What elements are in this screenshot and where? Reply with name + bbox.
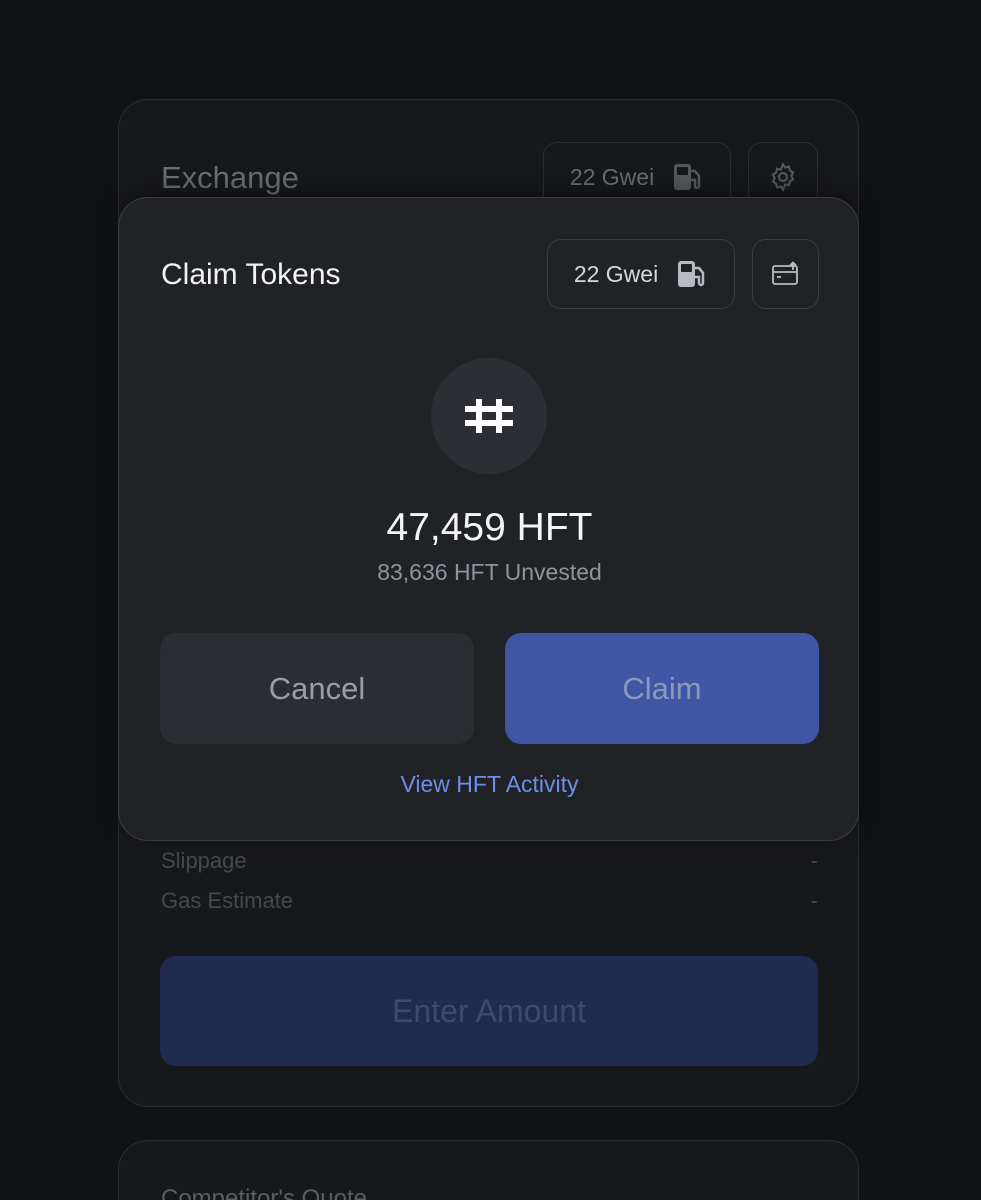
- modal-title: Claim Tokens: [161, 258, 341, 291]
- gas-pump-icon: [678, 261, 705, 287]
- wallet-button[interactable]: [752, 239, 819, 309]
- gas-pump-icon: [674, 164, 701, 190]
- unvested-amount: 83,636 HFT Unvested: [377, 559, 602, 585]
- token-logo: [431, 358, 547, 474]
- slippage-value: -: [810, 848, 818, 873]
- slippage-row: Slippage -: [161, 848, 818, 874]
- view-activity-link[interactable]: View HFT Activity: [119, 771, 860, 798]
- exchange-title: Exchange: [161, 160, 299, 195]
- claim-button[interactable]: Claim: [505, 633, 819, 744]
- cancel-button[interactable]: Cancel: [160, 633, 474, 744]
- exchange-gas-label: 22 Gwei: [569, 163, 655, 190]
- competitor-quote-card: Competitor's Quote: [118, 1140, 859, 1200]
- claim-tokens-modal: Claim Tokens 22 Gwei 47,459 HFT 83,636 H…: [118, 197, 859, 841]
- app-stage: Exchange 22 Gwei Slippage - Gas Estimate…: [0, 0, 981, 1200]
- claimable-amount: 47,459 HFT: [386, 506, 593, 549]
- gas-price-label: 22 Gwei: [573, 260, 659, 287]
- competitor-quote-title: Competitor's Quote: [161, 1185, 368, 1200]
- gas-estimate-value: -: [810, 888, 818, 913]
- hashflow-logo-icon: [465, 399, 513, 433]
- slippage-label: Slippage: [161, 848, 247, 873]
- gas-estimate-label: Gas Estimate: [161, 888, 294, 913]
- enter-amount-button[interactable]: Enter Amount: [160, 956, 818, 1066]
- gear-icon: [771, 162, 795, 192]
- gas-estimate-row: Gas Estimate -: [161, 888, 818, 914]
- gas-price-button[interactable]: 22 Gwei: [547, 239, 735, 309]
- wallet-icon: [771, 261, 798, 285]
